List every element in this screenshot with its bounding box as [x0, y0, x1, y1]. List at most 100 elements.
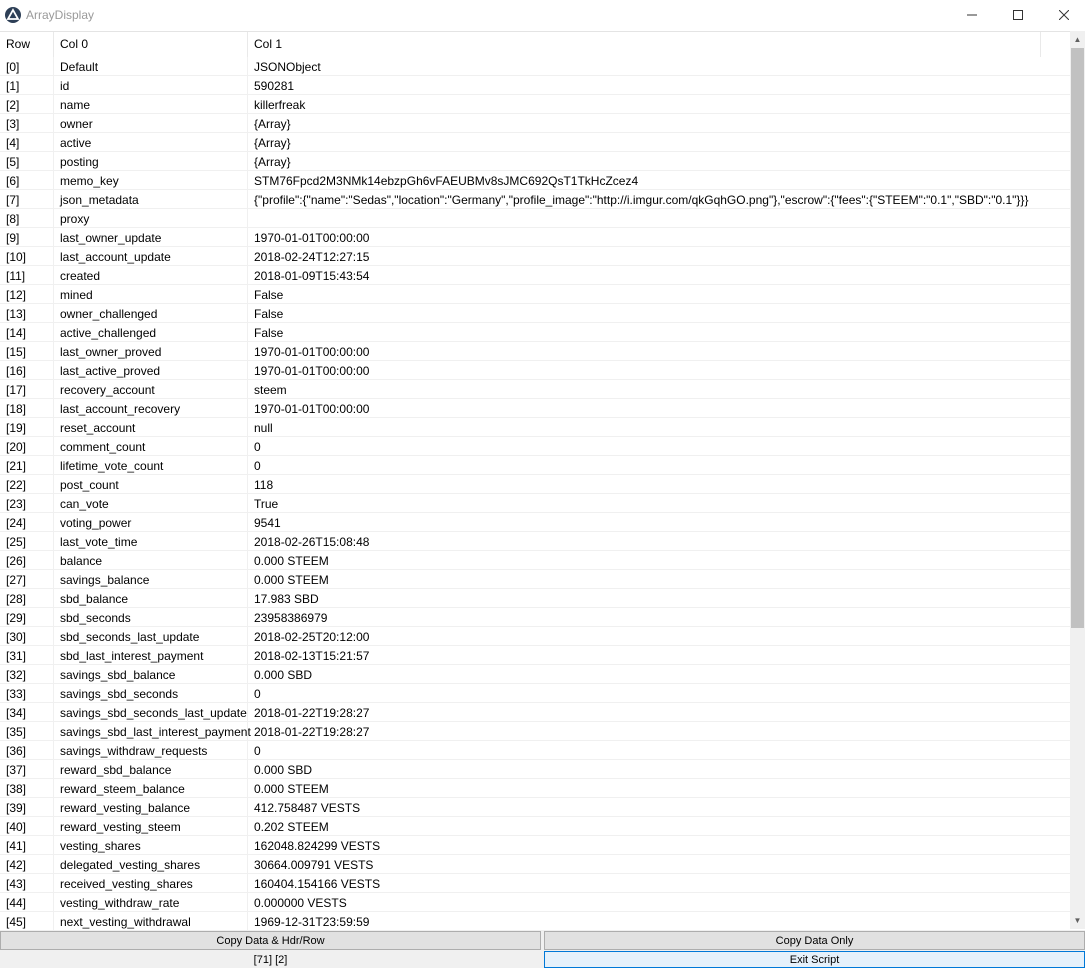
- column-header-row[interactable]: Row: [6, 37, 30, 51]
- row-index: [18]: [6, 402, 27, 416]
- table-row[interactable]: [3] owner {Array}: [0, 114, 1070, 133]
- row-value: 160404.154166 VESTS: [254, 877, 381, 891]
- table-row[interactable]: [7] json_metadata {"profile":{"name":"Seda…: [0, 190, 1070, 209]
- table-row[interactable]: [9] last_owner_update 1970-01-01T00:00:00: [0, 228, 1070, 247]
- table-row[interactable]: [29] sbd_seconds 23958386979: [0, 608, 1070, 627]
- table-row[interactable]: [16] last_active_proved 1970-01-01T00:00:0…: [0, 361, 1070, 380]
- row-key: reward_sbd_balance: [60, 763, 172, 777]
- table-row[interactable]: [39] reward_vesting_balance 412.758487 VES…: [0, 798, 1070, 817]
- array-listview[interactable]: Row Col 0 Col 1 [0] Default JSONObject [1] i…: [0, 31, 1070, 930]
- row-value: killerfreak: [254, 98, 306, 112]
- row-value: 2018-02-24T12:27:15: [254, 250, 370, 264]
- row-value: {Array}: [254, 155, 291, 169]
- row-key: json_metadata: [60, 193, 139, 207]
- table-row[interactable]: [5] posting {Array}: [0, 152, 1070, 171]
- table-row[interactable]: [42] delegated_vesting_shares 30664.009791…: [0, 855, 1070, 874]
- table-row[interactable]: [34] savings_sbd_seconds_last_update 2018-…: [0, 703, 1070, 722]
- table-row[interactable]: [38] reward_steem_balance 0.000 STEEM: [0, 779, 1070, 798]
- table-row[interactable]: [41] vesting_shares 162048.824299 VESTS: [0, 836, 1070, 855]
- table-row[interactable]: [10] last_account_update 2018-02-24T12:27:…: [0, 247, 1070, 266]
- row-key: savings_sbd_balance: [60, 668, 176, 682]
- row-index: [22]: [6, 478, 27, 492]
- row-index: [16]: [6, 364, 27, 378]
- table-row[interactable]: [28] sbd_balance 17.983 SBD: [0, 589, 1070, 608]
- table-row[interactable]: [45] next_vesting_withdrawal 1969-12-31T23…: [0, 912, 1070, 930]
- minimize-button[interactable]: [949, 0, 995, 30]
- table-row[interactable]: [31] sbd_last_interest_payment 2018-02-13T…: [0, 646, 1070, 665]
- copy-data-hdr-button[interactable]: Copy Data & Hdr/Row: [0, 931, 541, 950]
- table-row[interactable]: [40] reward_vesting_steem 0.202 STEEM: [0, 817, 1070, 836]
- row-value: 0: [254, 440, 261, 454]
- row-index: [9]: [6, 231, 20, 245]
- row-index: [41]: [6, 839, 27, 853]
- table-row[interactable]: [24] voting_power 9541: [0, 513, 1070, 532]
- table-row[interactable]: [19] reset_account null: [0, 418, 1070, 437]
- row-key: savings_balance: [60, 573, 150, 587]
- table-row[interactable]: [8] proxy: [0, 209, 1070, 228]
- table-row[interactable]: [12] mined False: [0, 285, 1070, 304]
- row-key: last_owner_update: [60, 231, 162, 245]
- table-row[interactable]: [17] recovery_account steem: [0, 380, 1070, 399]
- table-row[interactable]: [32] savings_sbd_balance 0.000 SBD: [0, 665, 1070, 684]
- row-key: lifetime_vote_count: [60, 459, 164, 473]
- window-title: ArrayDisplay: [26, 8, 95, 22]
- copy-data-only-button[interactable]: Copy Data Only: [544, 931, 1085, 950]
- table-row[interactable]: [6] memo_key STM76Fpcd2M3NMk14ebzpGh6vFAEU…: [0, 171, 1070, 190]
- exit-script-button[interactable]: Exit Script: [544, 951, 1085, 968]
- vertical-scrollbar[interactable]: ▲ ▼: [1070, 31, 1085, 929]
- table-row[interactable]: [21] lifetime_vote_count 0: [0, 456, 1070, 475]
- row-key: mined: [60, 288, 93, 302]
- table-row[interactable]: [35] savings_sbd_last_interest_payment 201…: [0, 722, 1070, 741]
- scrollbar-thumb[interactable]: [1071, 48, 1084, 628]
- row-value: 1969-12-31T23:59:59: [254, 915, 370, 929]
- dimensions-status: [71] [2]: [253, 953, 288, 966]
- table-row[interactable]: [30] sbd_seconds_last_update 2018-02-25T20…: [0, 627, 1070, 646]
- row-index: [32]: [6, 668, 27, 682]
- row-value: JSONObject: [254, 60, 321, 74]
- close-button[interactable]: [1041, 0, 1085, 30]
- maximize-button[interactable]: [995, 0, 1041, 30]
- table-row[interactable]: [44] vesting_withdraw_rate 0.000000 VESTS: [0, 893, 1070, 912]
- row-key: can_vote: [60, 497, 109, 511]
- row-key: savings_sbd_last_interest_payment: [60, 725, 251, 739]
- table-row[interactable]: [14] active_challenged False: [0, 323, 1070, 342]
- maximize-icon: [1013, 10, 1023, 20]
- row-index: [45]: [6, 915, 27, 929]
- row-value: 30664.009791 VESTS: [254, 858, 374, 872]
- table-row[interactable]: [1] id 590281: [0, 76, 1070, 95]
- row-key: balance: [60, 554, 103, 568]
- column-header-col1[interactable]: Col 1: [254, 37, 282, 51]
- table-row[interactable]: [0] Default JSONObject: [0, 57, 1070, 76]
- row-index: [38]: [6, 782, 27, 796]
- scroll-down-icon[interactable]: ▼: [1070, 912, 1085, 929]
- table-row[interactable]: [13] owner_challenged False: [0, 304, 1070, 323]
- column-header-col0[interactable]: Col 0: [60, 37, 88, 51]
- scroll-up-icon[interactable]: ▲: [1070, 31, 1085, 48]
- row-key: comment_count: [60, 440, 146, 454]
- table-row[interactable]: [4] active {Array}: [0, 133, 1070, 152]
- row-key: recovery_account: [60, 383, 155, 397]
- table-row[interactable]: [20] comment_count 0: [0, 437, 1070, 456]
- table-row[interactable]: [37] reward_sbd_balance 0.000 SBD: [0, 760, 1070, 779]
- row-key: sbd_seconds_last_update: [60, 630, 200, 644]
- row-index: [3]: [6, 117, 20, 131]
- table-row[interactable]: [22] post_count 118: [0, 475, 1070, 494]
- row-key: delegated_vesting_shares: [60, 858, 201, 872]
- row-value: False: [254, 326, 284, 340]
- close-icon: [1059, 10, 1069, 20]
- table-row[interactable]: [25] last_vote_time 2018-02-26T15:08:48: [0, 532, 1070, 551]
- table-row[interactable]: [43] received_vesting_shares 160404.154166…: [0, 874, 1070, 893]
- table-row[interactable]: [27] savings_balance 0.000 STEEM: [0, 570, 1070, 589]
- table-row[interactable]: [36] savings_withdraw_requests 0: [0, 741, 1070, 760]
- table-row[interactable]: [33] savings_sbd_seconds 0: [0, 684, 1070, 703]
- table-row[interactable]: [2] name killerfreak: [0, 95, 1070, 114]
- row-key: savings_withdraw_requests: [60, 744, 208, 758]
- column-header: Row Col 0 Col 1: [0, 32, 1070, 57]
- table-row[interactable]: [11] created 2018-01-09T15:43:54: [0, 266, 1070, 285]
- table-row[interactable]: [23] can_vote True: [0, 494, 1070, 513]
- row-value: 17.983 SBD: [254, 592, 319, 606]
- table-row[interactable]: [18] last_account_recovery 1970-01-01T00:0…: [0, 399, 1070, 418]
- table-row[interactable]: [15] last_owner_proved 1970-01-01T00:00:00: [0, 342, 1070, 361]
- table-row[interactable]: [26] balance 0.000 STEEM: [0, 551, 1070, 570]
- row-value: 590281: [254, 79, 295, 93]
